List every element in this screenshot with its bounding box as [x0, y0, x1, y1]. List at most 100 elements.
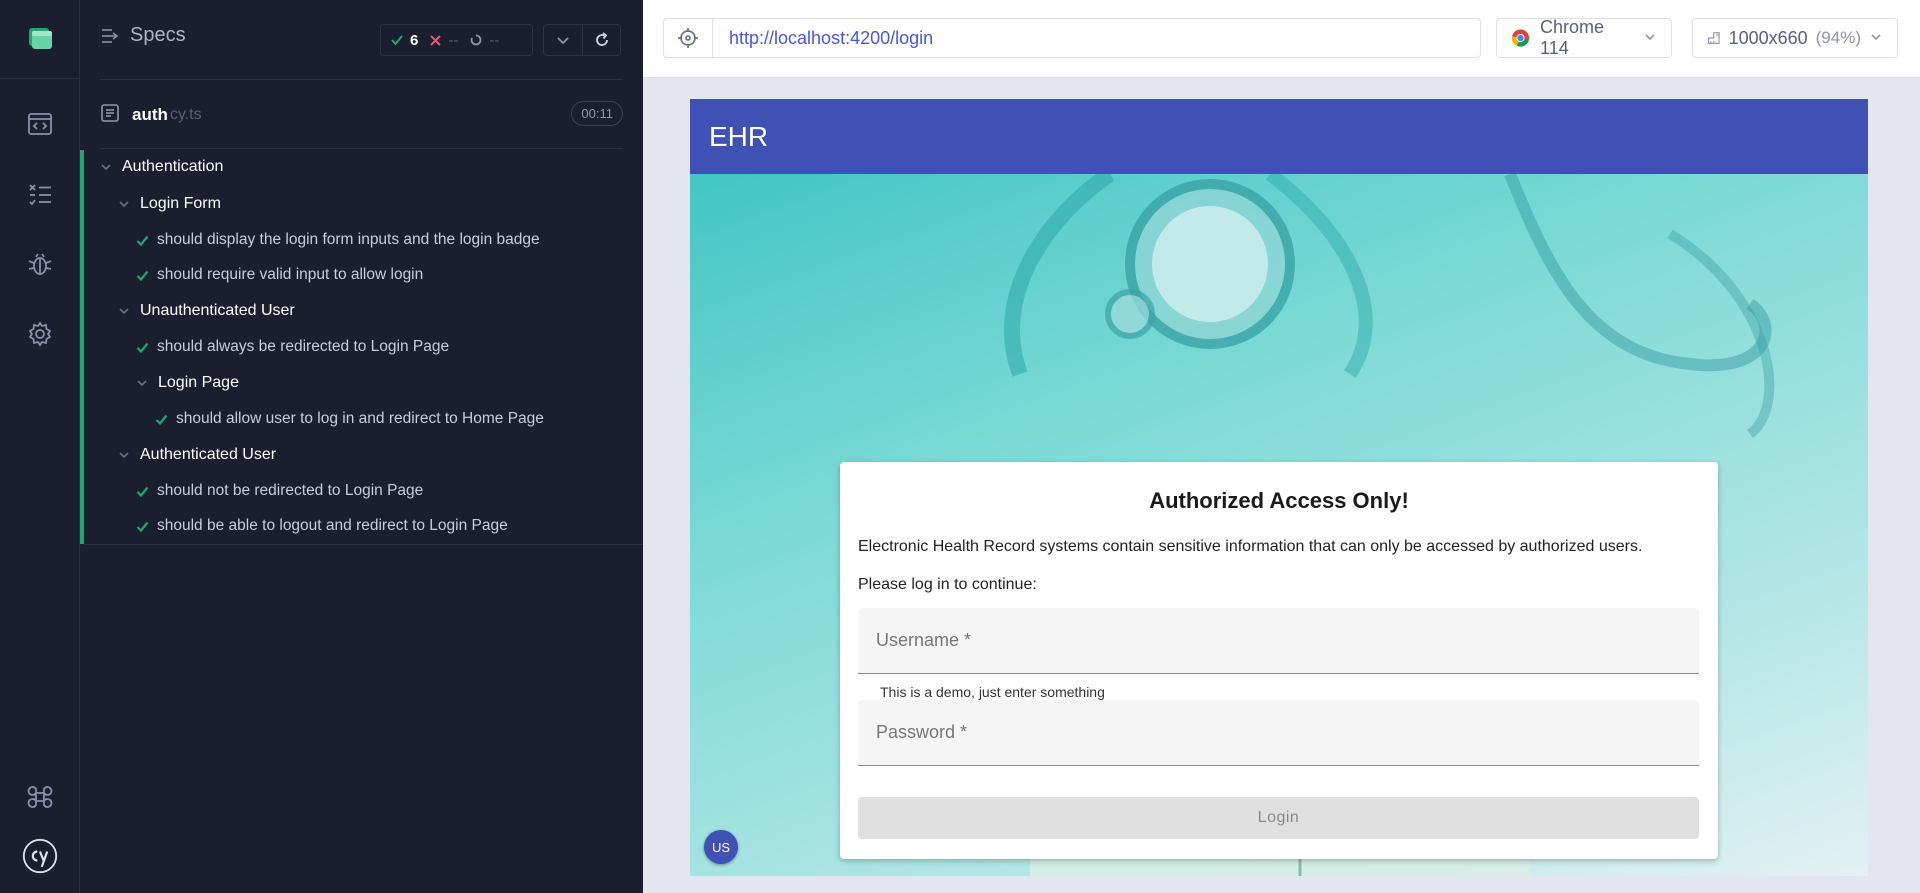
chevron-down-icon — [101, 164, 111, 171]
test-item[interactable]: should always be redirected to Login Pag… — [136, 332, 449, 362]
app-logo-icon[interactable] — [22, 20, 58, 56]
spec-file-name: auth — [132, 105, 168, 124]
spec-file-row[interactable]: auth cy.ts 00:11 — [100, 100, 623, 130]
specs-title-label: Specs — [130, 24, 186, 46]
card-title: Authorized Access Only! — [1149, 488, 1409, 513]
check-icon — [136, 486, 149, 497]
test-label: should display the login form inputs and… — [157, 231, 540, 248]
suite-login-page[interactable]: Login Page — [136, 368, 239, 398]
viewport-selector[interactable]: 1000x660 (94%) — [1692, 18, 1898, 58]
suite-authentication[interactable]: Authentication — [100, 152, 223, 182]
check-icon — [136, 521, 149, 532]
login-button[interactable]: Login — [858, 797, 1699, 839]
chevron-down-icon — [557, 37, 569, 45]
username-input[interactable] — [876, 630, 1699, 651]
chevron-down-icon — [137, 380, 147, 387]
specs-icon[interactable] — [22, 106, 58, 142]
passed-status-bar — [80, 150, 84, 544]
password-field[interactable] — [858, 700, 1699, 766]
suite-unauthenticated-user[interactable]: Unauthenticated User — [118, 296, 295, 326]
chevron-down-icon — [119, 201, 129, 208]
rerun-button[interactable] — [582, 25, 620, 55]
reporter-header: Specs 6 -- -- — [80, 0, 643, 80]
chrome-icon — [1511, 29, 1530, 47]
selector-playground-button[interactable] — [663, 18, 713, 58]
locale-badge[interactable]: US — [704, 830, 738, 864]
viewport-ruler-icon — [1707, 32, 1720, 44]
test-tree: Authentication Login Form should display… — [80, 150, 643, 545]
failed-stat: -- — [430, 32, 458, 49]
failed-count: -- — [448, 31, 459, 49]
rail-divider — [0, 78, 80, 79]
username-field[interactable] — [858, 608, 1699, 674]
suite-label: Login Form — [140, 195, 221, 212]
test-item[interactable]: should not be redirected to Login Page — [136, 476, 423, 506]
test-item[interactable]: should display the login form inputs and… — [136, 225, 540, 255]
pending-count: -- — [489, 31, 500, 49]
chevron-down-icon — [119, 452, 129, 459]
spec-file-ext: cy.ts — [169, 106, 202, 123]
card-description: Electronic Health Record systems contain… — [858, 538, 1643, 555]
header-divider — [100, 79, 623, 80]
collapse-all-button[interactable] — [544, 25, 582, 55]
test-label: should be able to logout and redirect to… — [157, 517, 508, 534]
app-title: EHR — [709, 120, 769, 152]
password-input[interactable] — [876, 722, 1699, 743]
url-bar[interactable]: http://localhost:4200/login — [713, 18, 1481, 58]
crosshair-icon — [678, 28, 698, 48]
test-label: should always be redirected to Login Pag… — [157, 338, 450, 355]
suite-label: Login Page — [158, 374, 239, 391]
browser-selector[interactable]: Chrome 114 — [1496, 17, 1672, 58]
specs-toggle[interactable]: Specs — [100, 24, 186, 47]
keyboard-shortcuts-icon[interactable] — [22, 779, 58, 815]
suite-label: Authenticated User — [140, 446, 277, 463]
check-icon — [136, 235, 149, 246]
passed-count: 6 — [410, 31, 419, 49]
pending-stat: -- — [470, 32, 499, 49]
test-item[interactable]: should allow user to log in and redirect… — [155, 404, 544, 434]
browser-name: Chrome 114 — [1540, 17, 1605, 58]
browser-toolbar: http://localhost:4200/login Chrome 114 1… — [643, 0, 1920, 78]
app-viewport: EHR Authorized Access Only! Electronic H… — [690, 99, 1868, 876]
chevron-down-icon — [1643, 28, 1657, 49]
suite-authenticated-user[interactable]: Authenticated User — [118, 440, 276, 470]
refresh-icon — [595, 32, 608, 46]
suite-login-form[interactable]: Login Form — [118, 189, 221, 219]
tree-divider — [84, 544, 643, 545]
check-icon — [136, 342, 149, 353]
url-text: http://localhost:4200/login — [729, 27, 934, 48]
app-under-test-area: http://localhost:4200/login Chrome 114 1… — [643, 0, 1920, 893]
settings-icon[interactable] — [22, 316, 58, 352]
reporter-panel: Specs 6 -- -- auth cy.ts 00:11 Authentic… — [80, 0, 643, 893]
document-icon — [100, 103, 120, 128]
x-icon — [430, 34, 442, 46]
debug-icon[interactable] — [22, 246, 58, 282]
test-item[interactable]: should be able to logout and redirect to… — [136, 511, 508, 541]
check-icon — [391, 35, 403, 46]
passed-stat: 6 — [391, 32, 418, 49]
test-label: should not be redirected to Login Page — [157, 482, 424, 499]
app-toolbar: EHR — [690, 99, 1868, 174]
viewport-size: 1000x660 — [1728, 27, 1808, 48]
chevron-down-icon — [1869, 28, 1883, 49]
login-card: Authorized Access Only! Electronic Healt… — [840, 462, 1718, 859]
suite-label: Unauthenticated User — [140, 302, 295, 319]
specs-list-icon — [102, 28, 119, 43]
login-prompt: Please log in to continue: — [858, 576, 1037, 593]
background-image: Authorized Access Only! Electronic Healt… — [690, 174, 1868, 876]
suite-label: Authentication — [122, 158, 224, 175]
sidebar-nav — [0, 0, 80, 893]
cypress-logo-icon[interactable] — [22, 838, 58, 874]
test-label: should allow user to log in and redirect… — [176, 410, 544, 427]
run-stats: 6 -- -- — [380, 24, 533, 56]
chevron-down-icon — [119, 308, 129, 315]
pending-icon — [470, 34, 482, 46]
runs-icon[interactable] — [22, 176, 58, 212]
reporter-controls — [543, 24, 621, 56]
test-item[interactable]: should require valid input to allow logi… — [136, 260, 423, 290]
check-icon — [155, 414, 168, 425]
username-hint: This is a demo, just enter something — [880, 684, 1105, 700]
check-icon — [136, 270, 149, 281]
viewport-scale: (94%) — [1815, 28, 1861, 47]
test-label: should require valid input to allow logi… — [157, 266, 424, 283]
